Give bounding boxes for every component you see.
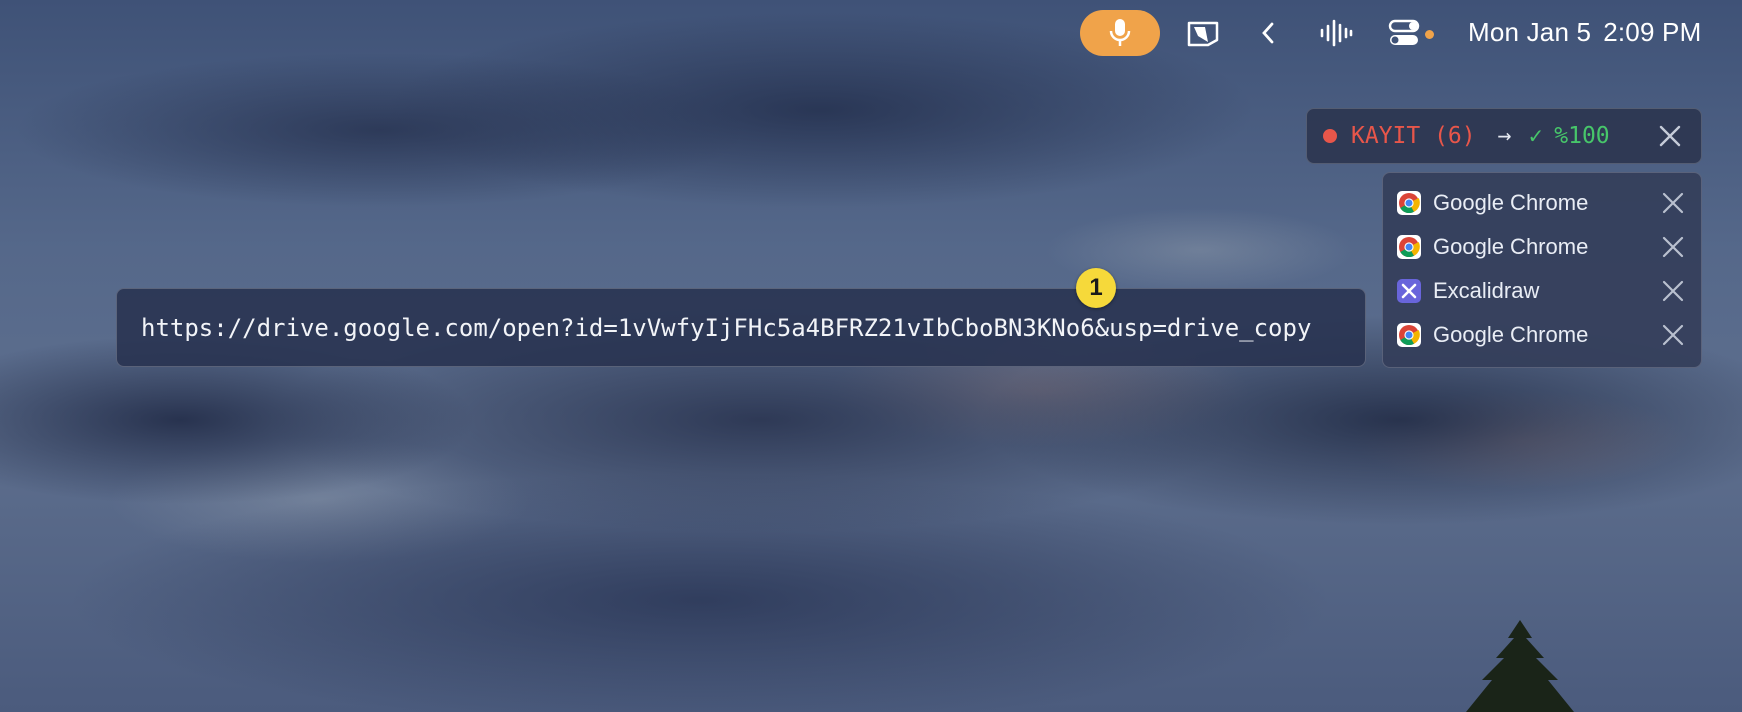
excalidraw-icon	[1397, 279, 1421, 303]
window-item-label: Google Chrome	[1433, 190, 1589, 215]
window-item[interactable]: Excalidraw	[1383, 269, 1701, 313]
recording-dot-icon	[1323, 129, 1337, 143]
status-dot	[1425, 30, 1434, 39]
window-item[interactable]: Google Chrome	[1383, 313, 1701, 357]
window-item[interactable]: Google Chrome	[1383, 225, 1701, 269]
window-list: Google Chrome Google Chrome Excalidraw G…	[1382, 172, 1702, 368]
close-icon	[1662, 324, 1684, 346]
chrome-icon	[1397, 235, 1421, 259]
close-window-button[interactable]	[1659, 321, 1687, 349]
step-badge: 1	[1076, 268, 1116, 308]
clock-time: 2:09 PM	[1603, 16, 1702, 47]
menu-clock[interactable]: Mon Jan 5 2:09 PM	[1468, 14, 1701, 50]
close-recording-button[interactable]	[1655, 121, 1685, 151]
check-icon: ✓	[1527, 124, 1545, 148]
window-item[interactable]: Google Chrome	[1383, 181, 1701, 225]
close-icon	[1662, 280, 1684, 302]
recording-percent: %100	[1554, 123, 1610, 149]
collapse-menu-button[interactable]	[1256, 10, 1280, 56]
close-window-button[interactable]	[1659, 277, 1687, 305]
clock-date: Mon Jan 5	[1468, 16, 1592, 47]
chrome-icon	[1397, 323, 1421, 347]
close-icon	[1662, 236, 1684, 258]
menu-bar: Mon Jan 5 2:09 PM	[0, 0, 1742, 64]
close-window-button[interactable]	[1659, 233, 1687, 261]
chrome-icon	[1397, 191, 1421, 215]
stage-manager-icon	[1187, 21, 1219, 47]
control-center-button[interactable]	[1386, 10, 1422, 56]
recording-pill: KAYIT (6) → ✓ %100	[1306, 108, 1702, 164]
chevron-left-icon	[1262, 22, 1274, 44]
close-window-button[interactable]	[1659, 189, 1687, 217]
close-icon	[1662, 192, 1684, 214]
url-text: https://drive.google.com/open?id=1vVwfyI…	[141, 313, 1312, 342]
recording-label: KAYIT (6)	[1351, 123, 1476, 149]
audio-button[interactable]	[1316, 10, 1356, 56]
arrow-icon: →	[1497, 123, 1512, 149]
close-icon	[1659, 125, 1681, 147]
window-item-label: Excalidraw	[1433, 278, 1540, 303]
control-center-icon	[1388, 19, 1420, 45]
tree-silhouette	[1466, 620, 1574, 712]
audio-waveform-icon	[1320, 19, 1353, 47]
url-display[interactable]: https://drive.google.com/open?id=1vVwfyI…	[116, 288, 1366, 367]
stage-manager-button[interactable]	[1183, 10, 1223, 56]
window-item-label: Google Chrome	[1433, 234, 1589, 259]
microphone-icon	[1109, 19, 1131, 46]
microphone-button[interactable]	[1080, 10, 1160, 56]
window-item-label: Google Chrome	[1433, 322, 1589, 347]
